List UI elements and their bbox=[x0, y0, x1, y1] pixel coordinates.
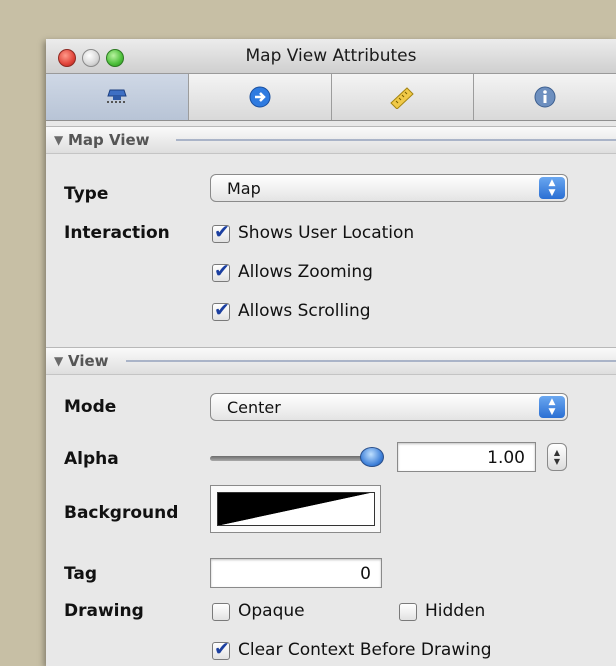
section-divider bbox=[126, 360, 616, 362]
alpha-slider-knob[interactable] bbox=[360, 447, 384, 467]
drawing-label: Drawing bbox=[64, 601, 144, 621]
type-label: Type bbox=[64, 184, 109, 204]
alpha-value: 1.00 bbox=[487, 448, 525, 468]
checkbox-label: Shows User Location bbox=[238, 223, 415, 243]
mode-label: Mode bbox=[64, 397, 117, 417]
disclosure-triangle-icon[interactable]: ▼ bbox=[54, 133, 63, 147]
section-header-map-view[interactable]: ▼ Map View bbox=[46, 126, 616, 154]
disclosure-triangle-icon[interactable]: ▼ bbox=[54, 354, 63, 368]
checkbox-unchecked-icon bbox=[399, 603, 417, 621]
tab-identity[interactable] bbox=[474, 74, 616, 120]
info-icon bbox=[534, 86, 556, 108]
size-ruler-icon bbox=[390, 87, 415, 109]
type-value: Map bbox=[227, 179, 261, 198]
checkbox-label: Allows Scrolling bbox=[238, 301, 371, 321]
tab-attributes[interactable] bbox=[46, 74, 189, 120]
tag-field[interactable]: 0 bbox=[210, 558, 382, 588]
checkbox-label: Clear Context Before Drawing bbox=[238, 640, 492, 660]
alpha-slider[interactable] bbox=[210, 456, 378, 461]
background-color-well[interactable] bbox=[210, 485, 381, 533]
checkbox-label: Hidden bbox=[425, 601, 486, 621]
background-label: Background bbox=[64, 503, 179, 523]
alpha-stepper[interactable]: ▲ ▼ bbox=[547, 443, 567, 471]
checkbox-unchecked-icon bbox=[212, 603, 230, 621]
tab-size[interactable] bbox=[332, 74, 475, 120]
section-title-map-view: Map View bbox=[68, 131, 150, 149]
checkbox-checked-icon bbox=[212, 638, 230, 660]
color-swatch bbox=[217, 492, 375, 526]
tag-value: 0 bbox=[360, 564, 371, 584]
checkbox-checked-icon bbox=[212, 299, 230, 321]
inspector-panel: Map View Attributes ▼ Map View Type Map … bbox=[46, 39, 616, 666]
section-header-view[interactable]: ▼ View bbox=[46, 347, 616, 375]
checkbox-checked-icon bbox=[212, 260, 230, 282]
checkbox-checked-icon bbox=[212, 221, 230, 243]
interaction-label: Interaction bbox=[64, 223, 170, 243]
popup-arrows-icon: ▲ ▼ bbox=[539, 177, 565, 199]
mode-value: Center bbox=[227, 398, 281, 417]
mode-popup[interactable]: Center ▲ ▼ bbox=[210, 393, 568, 421]
tab-connections[interactable] bbox=[189, 74, 332, 120]
alpha-label: Alpha bbox=[64, 449, 119, 469]
section-divider bbox=[176, 139, 616, 141]
title-bar[interactable]: Map View Attributes bbox=[46, 39, 616, 74]
type-popup[interactable]: Map ▲ ▼ bbox=[210, 174, 568, 202]
tag-label: Tag bbox=[64, 564, 98, 584]
inspector-tabs bbox=[46, 74, 616, 121]
window-title: Map View Attributes bbox=[245, 46, 417, 66]
checkbox-label: Allows Zooming bbox=[238, 262, 373, 282]
connections-arrow-icon bbox=[249, 86, 271, 108]
section-title-view: View bbox=[68, 352, 109, 370]
map-view-icon bbox=[106, 89, 127, 103]
checkbox-label: Opaque bbox=[238, 601, 305, 621]
alpha-field[interactable]: 1.00 bbox=[397, 442, 536, 472]
popup-arrows-icon: ▲ ▼ bbox=[539, 396, 565, 418]
